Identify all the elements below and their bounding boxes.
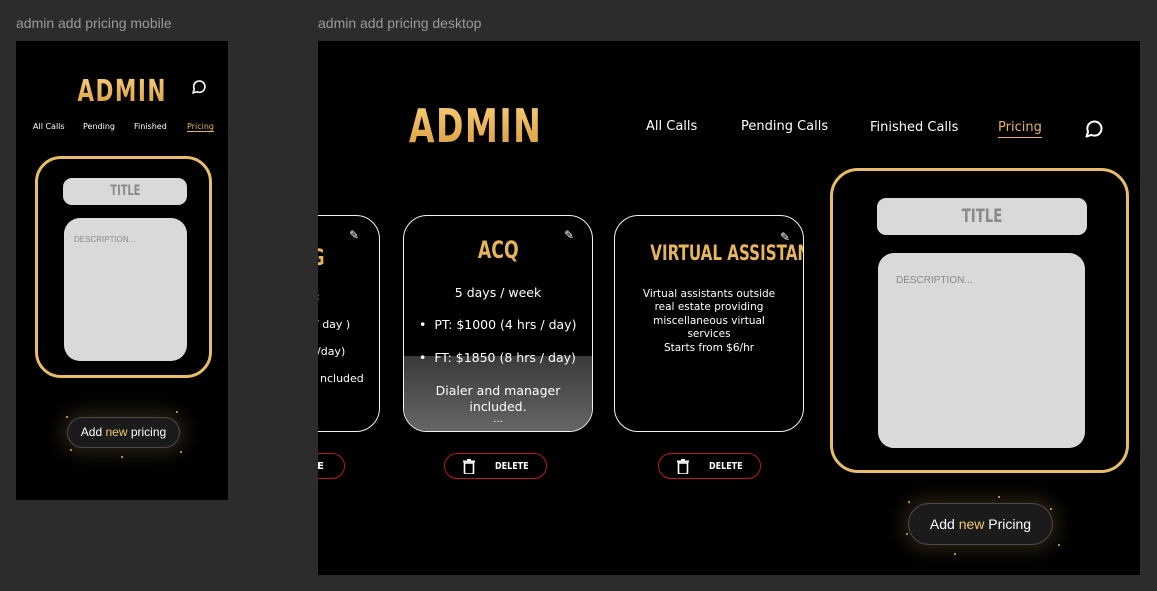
sparkle xyxy=(121,456,123,458)
mobile-frame: ADMIN All Calls Pending Finished Pricing… xyxy=(16,41,228,500)
title-input[interactable]: TITLE xyxy=(63,178,187,205)
description-input[interactable]: DESCRIPTION... xyxy=(878,253,1085,448)
pricing-card-acq: ACQ ✎ 5 days / week • PT: $1000 (4 hrs /… xyxy=(403,215,593,432)
card-footer: Dialer and manager xyxy=(435,383,561,398)
card-title: G xyxy=(318,246,379,271)
add-pricing-form: TITLE DESCRIPTION... xyxy=(35,156,212,378)
sparkle xyxy=(176,411,178,413)
sparkle xyxy=(906,533,908,535)
card-subtitle: 5 days / week xyxy=(454,285,542,300)
card-line: : xyxy=(318,290,320,303)
nav-all-calls[interactable]: All Calls xyxy=(33,122,65,131)
edit-pencil-icon[interactable]: ✎ xyxy=(564,228,574,242)
delete-button[interactable]: E xyxy=(318,453,345,479)
chat-icon[interactable] xyxy=(1084,119,1104,143)
card-line: /day) xyxy=(318,345,346,358)
sparkle xyxy=(1058,544,1060,546)
nav-finished-calls[interactable]: Finished Calls xyxy=(870,120,958,135)
nav-pending[interactable]: Pending xyxy=(83,122,115,131)
desktop-frame: ADMIN All Calls Pending Calls Finished C… xyxy=(318,41,1140,575)
add-pricing-form: TITLE DESCRIPTION... xyxy=(830,168,1129,473)
bullet-item: • FT: $1850 (8 hrs / day) xyxy=(419,350,576,365)
title-input[interactable]: TITLE xyxy=(877,198,1087,235)
nav-all-calls[interactable]: All Calls xyxy=(646,119,697,134)
add-pricing-button[interactable]: Add new Pricing xyxy=(908,503,1053,545)
card-line: ncluded xyxy=(320,372,364,385)
card-title: VIRTUAL ASSISTANCE xyxy=(650,241,803,265)
card-description: real estate providing xyxy=(654,301,764,313)
mobile-frame-label: admin add pricing mobile xyxy=(16,15,172,31)
nav-finished[interactable]: Finished xyxy=(134,122,167,131)
sparkle xyxy=(998,496,1000,498)
card-line: / day ) xyxy=(318,318,351,331)
sparkle xyxy=(70,449,72,451)
trash-icon xyxy=(462,459,476,477)
sparkle xyxy=(180,451,182,453)
card-description: Virtual assistants outside xyxy=(642,288,776,300)
edit-pencil-icon[interactable]: ✎ xyxy=(349,228,359,242)
sparkle xyxy=(1050,508,1052,510)
card-description: miscellaneous virtual xyxy=(653,315,765,327)
sparkle xyxy=(954,553,956,555)
add-pricing-button[interactable]: Add new pricing xyxy=(67,417,180,448)
nav-pricing[interactable]: Pricing xyxy=(187,122,214,132)
pricing-card-virtual-assistance: VIRTUAL ASSISTANCE ✎ Virtual assistants … xyxy=(614,215,804,432)
chat-icon[interactable] xyxy=(191,79,207,99)
card-footer: included. xyxy=(469,399,527,414)
bullet-item: • PT: $1000 (4 hrs / day) xyxy=(419,317,577,332)
nav-pending-calls[interactable]: Pending Calls xyxy=(741,119,828,134)
sparkle xyxy=(908,501,910,503)
card-description: Starts from $6/hr xyxy=(663,342,755,354)
trash-icon xyxy=(676,459,690,477)
delete-button[interactable]: DELETE xyxy=(658,453,761,479)
card-description: services xyxy=(687,328,731,340)
pricing-card: G ✎ : / day ) /day) ncluded xyxy=(318,215,380,432)
desktop-brand: ADMIN xyxy=(408,99,543,153)
sparkle xyxy=(66,416,68,418)
nav-pricing[interactable]: Pricing xyxy=(998,120,1042,138)
card-ellipsis: ... xyxy=(493,414,503,425)
desktop-frame-label: admin add pricing desktop xyxy=(318,15,482,31)
delete-button[interactable]: DELETE xyxy=(444,453,547,479)
description-input[interactable]: DESCRIPTION... xyxy=(64,218,187,361)
edit-pencil-icon[interactable]: ✎ xyxy=(780,230,790,244)
